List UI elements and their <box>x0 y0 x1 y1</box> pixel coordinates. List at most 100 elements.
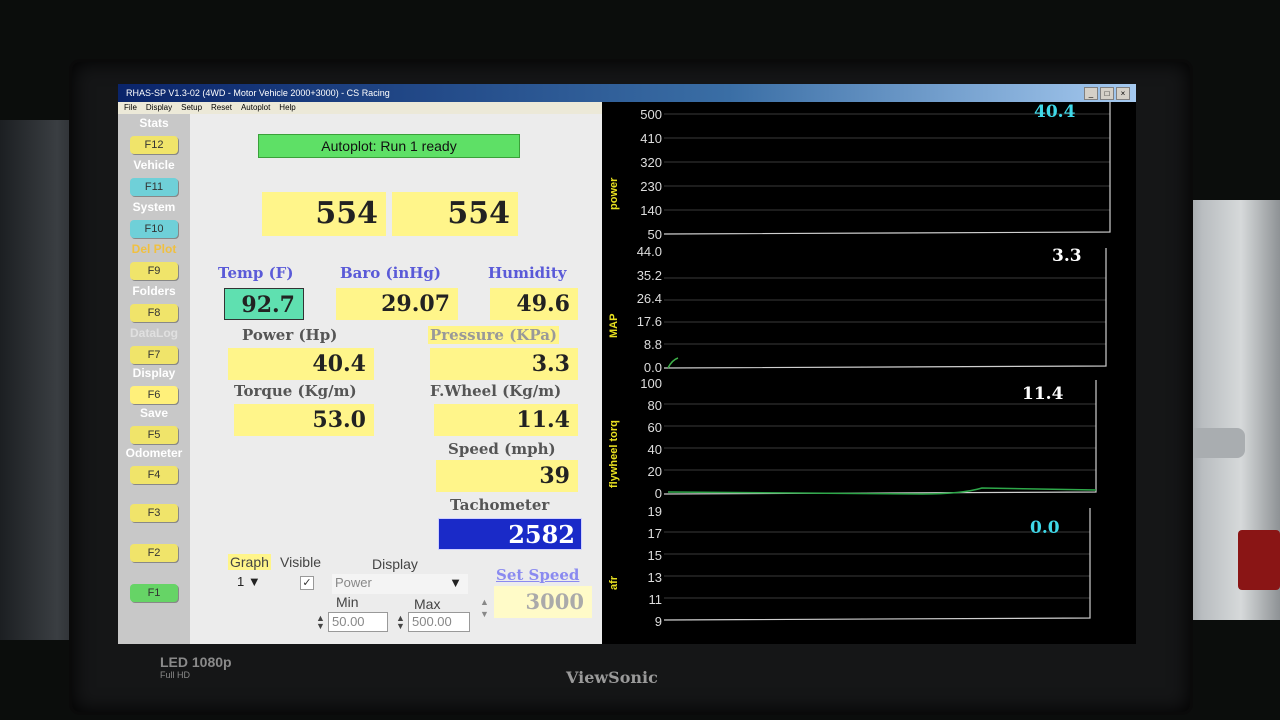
temp-label: Temp (F) <box>218 264 294 282</box>
monitor-badge: LED 1080p Full HD <box>160 654 232 680</box>
tick-label: 13 <box>647 570 662 585</box>
monitor-brand: ViewSonic <box>566 668 658 687</box>
fkey-label-odometer: Odometer <box>125 446 183 460</box>
tach-label: Tachometer <box>450 496 550 514</box>
plot-frames <box>663 102 1111 621</box>
pressure-label: Pressure (KPa) <box>428 326 560 344</box>
display-select-value: Power <box>335 575 372 590</box>
max-stepper-icon[interactable]: ▲ ▼ <box>396 614 405 631</box>
f8-button[interactable]: F8 <box>130 304 178 322</box>
fkey-label-system: System <box>132 200 176 214</box>
plot-flywheel-value: 11.4 <box>1022 384 1064 404</box>
plot-afr-axis-name: afr <box>608 575 620 590</box>
torque-value: 53.0 <box>234 404 374 436</box>
power-label: Power (Hp) <box>242 326 338 344</box>
fkey-label-folders: Folders <box>132 284 176 298</box>
humidity-value: 49.6 <box>490 288 578 320</box>
tick-label: 500 <box>640 107 662 122</box>
fkey-label-vehicle: Vehicle <box>133 158 175 172</box>
visible-checkbox[interactable]: ✓ <box>300 576 314 590</box>
window-title: RHAS-SP V1.3-02 (4WD - Motor Vehicle 200… <box>126 88 390 98</box>
torque-trace <box>667 487 1097 495</box>
tick-label: 35.2 <box>636 268 662 283</box>
plot-map-value: 3.3 <box>1052 246 1082 266</box>
f4-button[interactable]: F4 <box>130 466 178 484</box>
baro-value: 29.07 <box>336 288 458 320</box>
pressure-value: 3.3 <box>430 348 578 380</box>
led-badge: LED <box>160 654 188 670</box>
tick-label: 44.0 <box>636 244 662 259</box>
menu-file[interactable]: File <box>124 102 137 114</box>
f7-button[interactable]: F7 <box>130 346 178 364</box>
f9-button[interactable]: F9 <box>130 262 178 280</box>
tick-label: 40 <box>647 442 662 457</box>
maximize-button[interactable]: □ <box>1100 87 1114 100</box>
top-right-reading: 554 <box>392 192 518 236</box>
humidity-label: Humidity <box>488 264 567 282</box>
visible-label: Visible <box>280 554 321 570</box>
res-sub-badge: Full HD <box>160 670 191 680</box>
display-select[interactable]: Power ▼ <box>332 574 468 594</box>
min-input[interactable]: 50.00 <box>328 612 388 632</box>
plot-map-axis-name: MAP <box>608 313 620 338</box>
f6-button[interactable]: F6 <box>130 386 178 404</box>
graph-number-value: 1 <box>237 574 245 589</box>
menu-display[interactable]: Display <box>146 102 172 114</box>
plot-area: power MAP flywheel torq afr 40.4 3.3 11.… <box>602 102 1136 644</box>
tick-label: 20 <box>647 464 662 479</box>
graph-label: Graph <box>228 554 271 570</box>
menu-help[interactable]: Help <box>279 102 295 114</box>
min-label: Min <box>336 594 359 610</box>
tick-label: 60 <box>647 420 662 435</box>
close-button[interactable]: × <box>1116 87 1130 100</box>
menu-autoplot[interactable]: Autoplot <box>241 102 270 114</box>
f11-button[interactable]: F11 <box>130 178 178 196</box>
plot-grid-svg <box>663 102 1111 621</box>
tick-label: 100 <box>640 376 662 391</box>
menu-reset[interactable]: Reset <box>211 102 232 114</box>
graph-number-select[interactable]: 1 ▼ <box>234 574 272 592</box>
tick-label: 17.6 <box>636 314 662 329</box>
f5-button[interactable]: F5 <box>130 426 178 444</box>
max-label: Max <box>414 596 441 612</box>
tick-label: 11 <box>648 592 663 607</box>
plot-power-axis-name: power <box>608 177 620 210</box>
set-speed-stepper-icon[interactable]: ▲ ▼ <box>480 596 489 620</box>
f3-button[interactable]: F3 <box>130 504 178 522</box>
tick-label: 17 <box>647 526 662 541</box>
tick-label: 410 <box>640 131 662 146</box>
min-stepper-icon[interactable]: ▲ ▼ <box>316 614 325 631</box>
tick-label: 9 <box>654 614 662 629</box>
max-input[interactable]: 500.00 <box>408 612 470 632</box>
fkey-label-save: Save <box>139 406 169 420</box>
temp-value: 92.7 <box>224 288 304 320</box>
fkey-label-del-plot: Del Plot <box>131 242 177 256</box>
speed-label: Speed (mph) <box>448 440 556 458</box>
fkey-label-stats: Stats <box>139 116 169 130</box>
power-value: 40.4 <box>228 348 374 380</box>
tick-label: 320 <box>640 155 662 170</box>
function-key-sidebar: Stats F12 Vehicle F11 System F10 Del Plo… <box>118 114 190 644</box>
set-speed-input[interactable]: 3000 <box>494 586 592 618</box>
plot-afr-value: 0.0 <box>1030 518 1060 538</box>
readings-panel: Stats F12 Vehicle F11 System F10 Del Plo… <box>118 114 602 644</box>
f12-button[interactable]: F12 <box>130 136 178 154</box>
f2-button[interactable]: F2 <box>130 544 178 562</box>
baro-label: Baro (inHg) <box>340 264 441 282</box>
fwheel-value: 11.4 <box>434 404 578 436</box>
speed-value: 39 <box>436 460 578 492</box>
tick-label: 0.0 <box>643 360 662 375</box>
tick-label: 0 <box>654 486 662 501</box>
background-red-object <box>1238 530 1280 590</box>
fkey-label-display: Display <box>132 366 176 380</box>
f1-button[interactable]: F1 <box>130 584 178 602</box>
autoplot-status: Autoplot: Run 1 ready <box>258 134 520 158</box>
menu-setup[interactable]: Setup <box>181 102 202 114</box>
minimize-button[interactable]: _ <box>1084 87 1098 100</box>
window-titlebar: RHAS-SP V1.3-02 (4WD - Motor Vehicle 200… <box>118 84 1136 102</box>
fwheel-label: F.Wheel (Kg/m) <box>430 382 562 400</box>
fkey-label-datalog: DataLog <box>130 326 178 340</box>
f10-button[interactable]: F10 <box>130 220 178 238</box>
chevron-down-icon: ▼ <box>449 575 462 590</box>
screen: RHAS-SP V1.3-02 (4WD - Motor Vehicle 200… <box>118 84 1136 644</box>
